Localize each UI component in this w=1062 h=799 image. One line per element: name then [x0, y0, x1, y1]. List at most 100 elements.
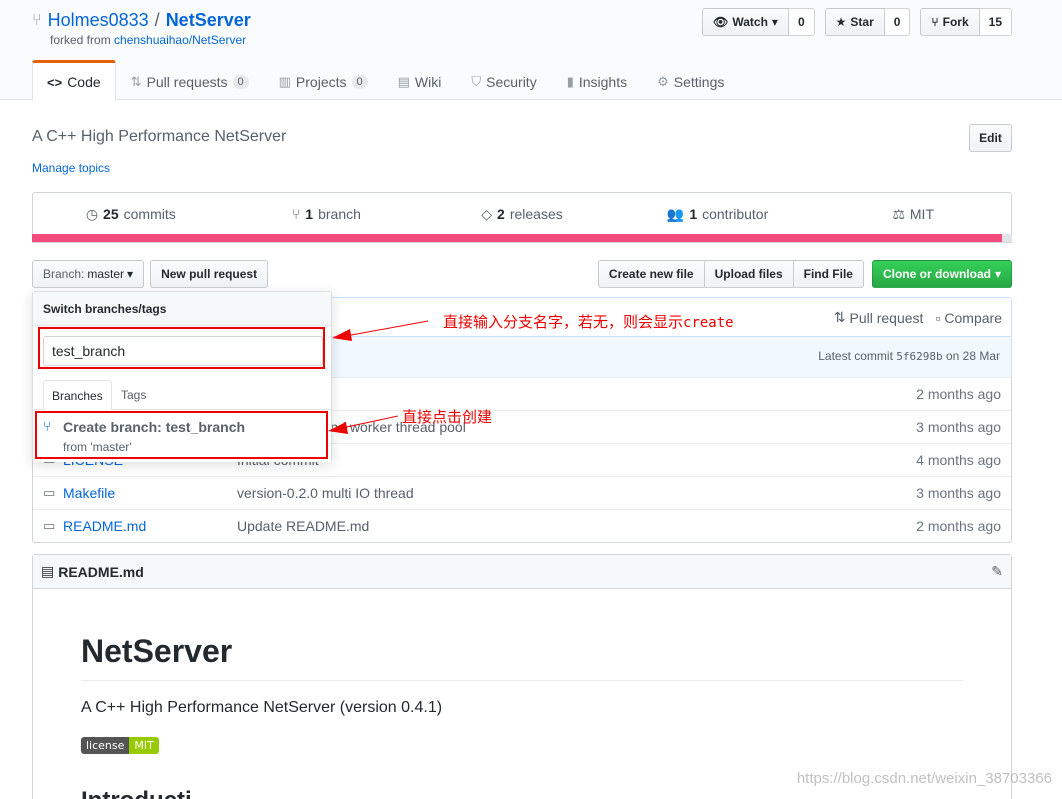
tab-pull-requests[interactable]: ⇅ Pull requests 0 [116, 60, 264, 100]
new-pull-request-button[interactable]: New pull request [150, 260, 269, 288]
annotation-text-input: 直接输入分支名字，若无，则会显示create [443, 311, 734, 332]
file-name-link[interactable]: README.md [63, 518, 146, 534]
file-age: 3 months ago [916, 485, 1001, 501]
manage-topics-link[interactable]: Manage topics [32, 161, 110, 175]
select-menu-tabs: Branches Tags [33, 380, 331, 411]
compare-label: Compare [944, 309, 1002, 326]
commits-count: 25 [103, 206, 119, 222]
fork-count[interactable]: 15 [979, 8, 1012, 36]
diff-icon: ▫ [935, 309, 941, 326]
watch-count[interactable]: 0 [788, 8, 815, 36]
annotation-text-input-code: create [683, 315, 734, 331]
caret-down-icon: ▾ [994, 267, 1001, 281]
star-count[interactable]: 0 [884, 8, 911, 36]
file-commit-message[interactable]: version-0.2.0 multi IO thread [237, 485, 414, 501]
file-age: 2 months ago [916, 518, 1001, 534]
tab-projects[interactable]: ▥ Projects 0 [264, 60, 383, 100]
tag-icon: ◇ [481, 205, 493, 222]
tab-projects-label: Projects [295, 73, 347, 90]
project-icon: ▥ [278, 73, 291, 89]
annotation-text-create: 直接点击创建 [402, 409, 493, 426]
upload-files-button[interactable]: Upload files [703, 260, 794, 288]
file-icon: ▭ [43, 518, 56, 533]
commit-sha-link[interactable]: 5f6298b [896, 350, 942, 363]
star-button[interactable]: ★ Star [824, 8, 885, 36]
annotation-box-filter [38, 327, 325, 369]
language-bar[interactable] [32, 234, 1002, 242]
repo-owner-link[interactable]: Holmes0833 [48, 10, 149, 31]
find-file-button[interactable]: Find File [792, 260, 864, 288]
file-age: 2 months ago [916, 386, 1001, 402]
tab-settings[interactable]: ⚙ Settings [642, 60, 739, 100]
commits-link[interactable]: ◷ 25 commits [33, 193, 229, 235]
branch-prefix: Branch: [43, 267, 85, 281]
branch-name: master [87, 267, 125, 281]
tab-insights[interactable]: ▮ Insights [552, 60, 642, 100]
fork-group: ⑂ Fork 15 [920, 8, 1012, 36]
pull-request-link[interactable]: ⇅ Pull request [834, 309, 924, 326]
annotation-text-input-main: 直接输入分支名字，若无，则会显示 [443, 314, 684, 331]
branch-select-button[interactable]: Branch: master ▾ [32, 260, 145, 288]
pull-request-icon: ⇅ [130, 73, 142, 89]
contributors-link[interactable]: 👥 1 contributor [620, 193, 816, 235]
compare-link[interactable]: ▫ Compare [935, 309, 1002, 326]
shield-icon: ⛉ [471, 73, 482, 89]
eye-icon: 👁 [713, 15, 729, 29]
tab-wiki[interactable]: ▤ Wiki [383, 60, 457, 100]
license-link[interactable]: ⚖ MIT [815, 193, 1011, 235]
releases-link[interactable]: ◇ 2 releases [424, 193, 620, 235]
file-icon: ▭ [43, 485, 56, 500]
tab-security-label: Security [486, 73, 537, 90]
repo-forked-icon: ⑂ [32, 11, 42, 29]
select-menu-header: Switch branches/tags [33, 292, 331, 326]
tab-security[interactable]: ⛉ Security [456, 60, 551, 100]
pr-links: ⇅ Pull request ▫ Compare [834, 309, 1002, 326]
watch-label: Watch [732, 15, 768, 29]
readme-section-heading: Introducti [81, 787, 192, 799]
table-row: ▭ Makefile version-0.2.0 multi IO thread… [33, 476, 1011, 509]
file-nav-right: Create new file Upload files Find File C… [597, 260, 1012, 288]
contributors-count: 1 [689, 206, 698, 222]
file-commit-message[interactable]: Update README.md [237, 518, 369, 534]
repo-title: ⑂ Holmes0833 / NetServer [32, 10, 251, 31]
contributors-label: contributor [702, 206, 769, 222]
tab-branches[interactable]: Branches [43, 380, 112, 411]
people-icon: 👥 [666, 205, 685, 222]
tab-code[interactable]: <> Code [32, 60, 116, 101]
watch-group: 👁 Watch ▾ 0 [702, 8, 815, 36]
file-nav-left: Branch: master ▾ New pull request [32, 260, 269, 288]
star-group: ★ Star 0 [824, 8, 911, 36]
graph-icon: ▮ [566, 73, 574, 89]
branches-link[interactable]: ⑂ 1 branch [229, 193, 425, 235]
license-label: MIT [909, 206, 934, 222]
watch-button[interactable]: 👁 Watch ▾ [702, 8, 789, 36]
history-icon: ◷ [85, 205, 99, 222]
pencil-icon[interactable]: ✎ [991, 563, 1003, 580]
forked-from-prefix: forked from [50, 33, 115, 47]
tab-settings-label: Settings [673, 73, 725, 90]
law-icon: ⚖ [892, 205, 905, 222]
table-row: ▭ README.md Update README.md 2 months ag… [33, 509, 1011, 542]
file-name-link[interactable]: Makefile [63, 485, 115, 501]
releases-count: 2 [497, 206, 505, 222]
forked-from-link[interactable]: chenshuaihao/NetServer [114, 33, 246, 47]
fork-button[interactable]: ⑂ Fork [920, 8, 980, 36]
repo-nav: <> Code ⇅ Pull requests 0 ▥ Projects 0 ▤… [32, 60, 739, 101]
fork-label: Fork [942, 15, 969, 29]
clone-label: Clone or download [882, 267, 991, 281]
readme-box: ▤ README.md ✎ NetServer A C++ High Perfo… [32, 554, 1012, 799]
tab-pull-requests-label: Pull requests [146, 73, 228, 90]
branches-count: 1 [305, 206, 314, 222]
license-badge[interactable]: license MIT [81, 737, 159, 754]
pull-request-icon: ⇅ [833, 309, 846, 325]
edit-description-button[interactable]: Edit [969, 124, 1012, 152]
file-age: 4 months ago [916, 452, 1001, 468]
repo-name-link[interactable]: NetServer [166, 10, 251, 31]
clone-download-button[interactable]: Clone or download ▾ [871, 260, 1012, 288]
tab-tags[interactable]: Tags [113, 380, 154, 410]
caret-down-icon: ▾ [127, 267, 134, 281]
caret-down-icon: ▾ [771, 15, 778, 29]
commits-label: commits [123, 206, 176, 222]
create-new-file-button[interactable]: Create new file [597, 260, 705, 288]
projects-counter: 0 [351, 74, 368, 89]
